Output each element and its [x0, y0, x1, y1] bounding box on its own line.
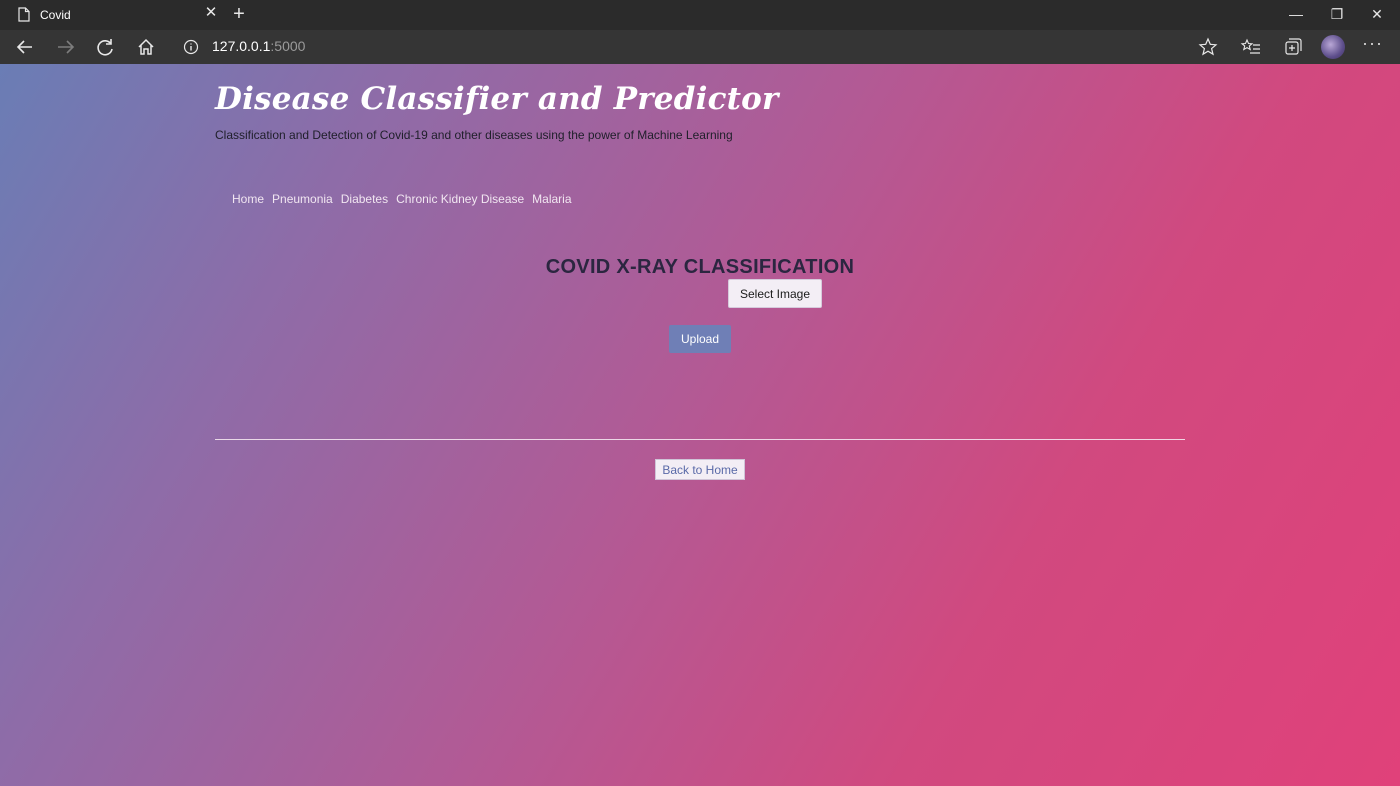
page-content: Disease Classifier and Predictor Classif…: [0, 64, 1400, 786]
site-subtitle: Classification and Detection of Covid-19…: [215, 128, 733, 142]
nav-link-diabetes[interactable]: Diabetes: [341, 192, 388, 206]
divider: [215, 439, 1185, 440]
site-title: Disease Classifier and Predictor: [215, 81, 779, 117]
tab-title: Covid: [40, 8, 71, 22]
favorite-star-icon[interactable]: [1196, 36, 1220, 58]
main-nav: Home Pneumonia Diabetes Chronic Kidney D…: [232, 192, 572, 206]
collections-icon[interactable]: [1280, 36, 1304, 58]
select-image-button[interactable]: Select Image: [728, 279, 822, 308]
browser-toolbar: 127.0.0.1:5000 ···: [0, 30, 1400, 64]
close-tab-icon[interactable]: ✕: [203, 5, 219, 21]
back-arrow-icon[interactable]: [12, 34, 40, 60]
minimize-icon[interactable]: —: [1273, 0, 1319, 30]
new-tab-icon[interactable]: +: [229, 4, 249, 24]
browser-tab[interactable]: Covid ✕: [8, 0, 226, 30]
nav-link-home[interactable]: Home: [232, 192, 264, 206]
window-close-icon[interactable]: ✕: [1354, 0, 1400, 30]
upload-button[interactable]: Upload: [669, 325, 731, 353]
home-icon[interactable]: [132, 34, 160, 60]
back-to-home-button[interactable]: Back to Home: [655, 459, 745, 480]
refresh-icon[interactable]: [91, 34, 119, 60]
page-icon: [18, 7, 30, 22]
forward-arrow-icon[interactable]: [51, 34, 79, 60]
profile-avatar[interactable]: [1321, 35, 1345, 59]
address-host: 127.0.0.1: [212, 38, 271, 54]
address-port: :5000: [270, 38, 306, 54]
nav-link-chronic-kidney-disease[interactable]: Chronic Kidney Disease: [396, 192, 524, 206]
page-title: COVID X-RAY CLASSIFICATION: [545, 256, 855, 278]
nav-link-pneumonia[interactable]: Pneumonia: [272, 192, 333, 206]
site-info-icon[interactable]: [183, 39, 199, 55]
browser-tab-strip: Covid ✕ + — ❐ ✕: [0, 0, 1400, 30]
more-menu-icon[interactable]: ···: [1362, 33, 1383, 54]
favorites-list-icon[interactable]: [1239, 36, 1263, 58]
address-bar[interactable]: 127.0.0.1:5000: [212, 38, 305, 54]
nav-link-malaria[interactable]: Malaria: [532, 192, 571, 206]
